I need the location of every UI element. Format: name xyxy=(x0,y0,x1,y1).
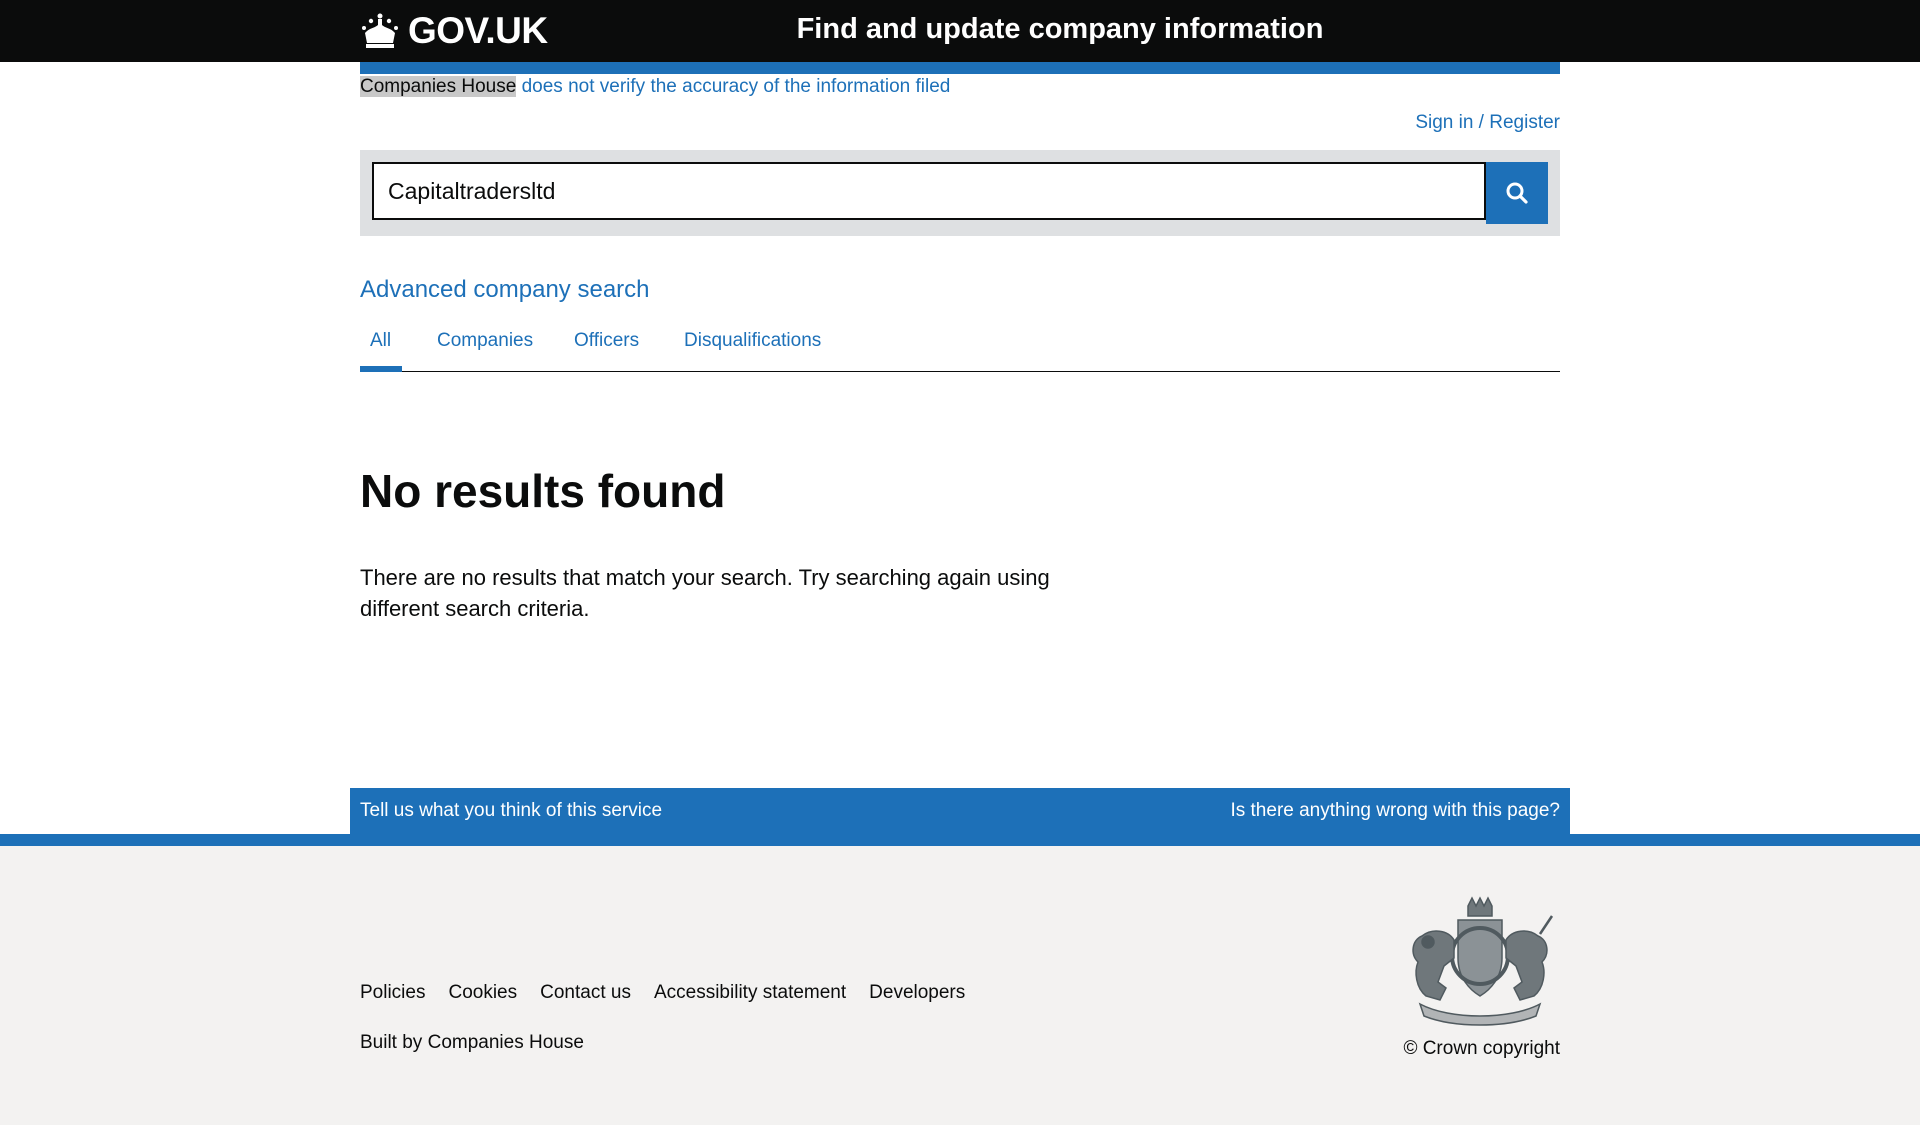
report-problem-link[interactable]: Is there anything wrong with this page? xyxy=(1230,800,1560,822)
active-tab-indicator xyxy=(360,366,402,372)
search-icon xyxy=(1506,182,1528,204)
header-blue-bar xyxy=(360,62,1560,74)
accuracy-notice-link[interactable]: does not verify the accuracy of the info… xyxy=(522,76,951,97)
footer-links: Policies Cookies Contact us Accessibilit… xyxy=(360,982,965,1004)
crown-icon xyxy=(362,13,398,48)
crown-copyright-link[interactable]: © Crown copyright xyxy=(1403,1038,1560,1060)
govuk-logo-text: GOV.UK xyxy=(408,10,548,51)
tab-disqualifications[interactable]: Disqualifications xyxy=(684,330,821,352)
tab-officers[interactable]: Officers xyxy=(574,330,639,352)
built-by-companies-house-link[interactable]: Companies House xyxy=(428,1032,584,1053)
tab-all[interactable]: All xyxy=(370,330,391,352)
royal-coat-of-arms-icon xyxy=(1412,896,1554,1026)
sign-in-register-link[interactable]: Sign in / Register xyxy=(1415,112,1560,134)
govuk-logo-link[interactable]: GOV.UK xyxy=(360,9,548,53)
footer-link-contact[interactable]: Contact us xyxy=(540,982,631,1004)
built-by-prefix: Built by xyxy=(360,1032,423,1053)
search-tabs: All Companies Officers Disqualifications xyxy=(360,318,1560,372)
service-name[interactable]: Find and update company information xyxy=(700,13,1420,49)
search-panel xyxy=(360,150,1560,236)
built-by: Built by Companies House xyxy=(360,1032,584,1054)
footer-top-rule xyxy=(0,834,1920,846)
footer-link-policies[interactable]: Policies xyxy=(360,982,425,1004)
footer: Policies Cookies Contact us Accessibilit… xyxy=(0,846,1920,1125)
no-results-message: There are no results that match your sea… xyxy=(360,565,1050,621)
search-input[interactable] xyxy=(372,162,1486,220)
tab-companies[interactable]: Companies xyxy=(437,330,533,352)
search-button[interactable] xyxy=(1486,162,1548,224)
advanced-company-search-link[interactable]: Advanced company search xyxy=(360,276,650,304)
footer-link-accessibility[interactable]: Accessibility statement xyxy=(654,982,846,1004)
accuracy-notice: Companies House does not verify the accu… xyxy=(360,75,950,99)
page-title: No results found xyxy=(360,465,726,517)
feedback-bar: Tell us what you think of this service I… xyxy=(350,788,1570,834)
footer-link-developers[interactable]: Developers xyxy=(869,982,965,1004)
footer-link-cookies[interactable]: Cookies xyxy=(448,982,517,1004)
service-feedback-link[interactable]: Tell us what you think of this service xyxy=(360,800,662,822)
companies-house-link[interactable]: Companies House xyxy=(360,76,517,97)
govuk-header: GOV.UK Find and update company informati… xyxy=(0,0,1920,62)
